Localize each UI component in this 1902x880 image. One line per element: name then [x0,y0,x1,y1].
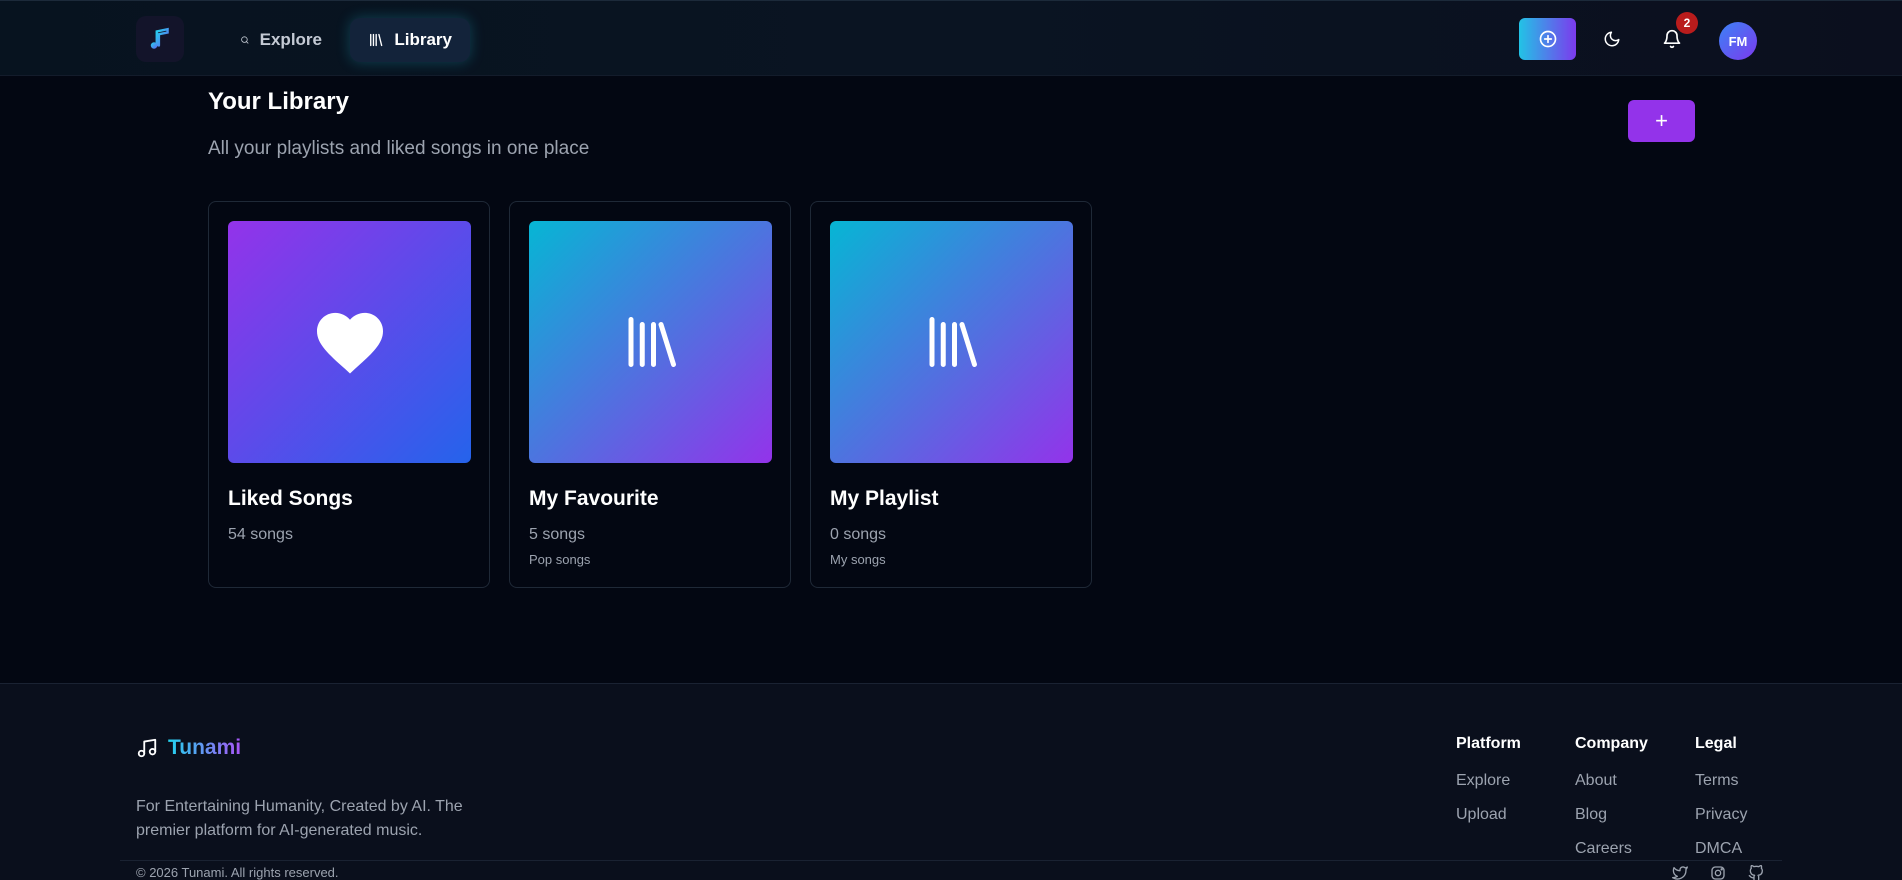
playlist-card-my-playlist[interactable]: My Playlist 0 songs My songs [810,201,1092,588]
playlist-cover [529,221,772,463]
music-note-icon [150,27,169,49]
moon-icon [1604,31,1620,47]
footer-divider [120,860,1782,861]
search-icon [241,36,249,44]
instagram-icon [1711,866,1725,880]
nav-library-label: Library [394,30,452,49]
playlist-cover [830,221,1073,463]
playlist-title: My Playlist [830,487,939,510]
footer-brand-name: Tunami [168,736,242,759]
copyright-text: © 2026 Tunami. All rights reserved. [136,865,339,880]
footer-link-terms[interactable]: Terms [1695,771,1747,805]
footer-column-legal: Legal Terms Privacy DMCA [1695,735,1747,873]
footer-column-company: Company About Blog Careers [1575,735,1648,873]
library-icon [929,317,977,367]
footer-tagline: For Entertaining Humanity, Created by AI… [136,798,463,839]
footer-column-title: Platform [1456,735,1521,752]
playlist-description: Pop songs [529,552,591,567]
nav-explore-label: Explore [259,30,322,49]
footer-link-privacy[interactable]: Privacy [1695,805,1747,839]
footer-link-upload[interactable]: Upload [1456,805,1521,839]
playlist-card-liked-songs[interactable]: Liked Songs 54 songs [208,201,490,588]
playlist-title: Liked Songs [228,487,353,510]
create-button[interactable] [1519,18,1576,60]
playlist-description: My songs [830,552,886,567]
instagram-link[interactable] [1708,864,1728,880]
footer: Tunami For Entertaining Humanity, Create… [0,683,1902,880]
footer-column-platform: Platform Explore Upload [1456,735,1521,839]
footer-column-title: Company [1575,735,1648,752]
page-title: Your Library [208,88,349,115]
page-subtitle: All your playlists and liked songs in on… [208,138,590,159]
nav-library[interactable]: Library [350,18,470,62]
library-icon [370,33,383,47]
nav-explore[interactable]: Explore [222,18,340,62]
user-avatar[interactable]: FM [1719,22,1757,60]
playlist-song-count: 5 songs [529,526,586,543]
footer-link-careers[interactable]: Careers [1575,839,1648,873]
twitter-icon [1672,866,1688,880]
playlist-song-count: 0 songs [830,526,887,543]
add-playlist-button[interactable]: + [1628,100,1695,142]
twitter-link[interactable] [1670,864,1690,880]
theme-toggle-button[interactable] [1596,23,1628,55]
bell-icon [1663,29,1681,49]
library-icon [628,317,676,367]
github-link[interactable] [1746,864,1766,880]
footer-link-about[interactable]: About [1575,771,1648,805]
playlist-title: My Favourite [529,487,659,510]
music-note-icon [137,738,157,758]
plus-circle-icon [1539,30,1556,48]
footer-link-blog[interactable]: Blog [1575,805,1648,839]
footer-brand[interactable]: Tunami [136,736,241,760]
heart-icon [316,312,383,374]
playlist-card-my-favourite[interactable]: My Favourite 5 songs Pop songs [509,201,791,588]
playlist-song-count: 54 songs [228,526,293,543]
footer-column-title: Legal [1695,735,1737,752]
notification-badge: 2 [1676,12,1698,34]
footer-link-explore[interactable]: Explore [1456,771,1521,805]
github-icon [1748,865,1763,880]
top-navbar: Explore Library 2 FM [0,0,1902,76]
playlist-cover [228,221,471,463]
app-logo[interactable] [136,16,184,62]
